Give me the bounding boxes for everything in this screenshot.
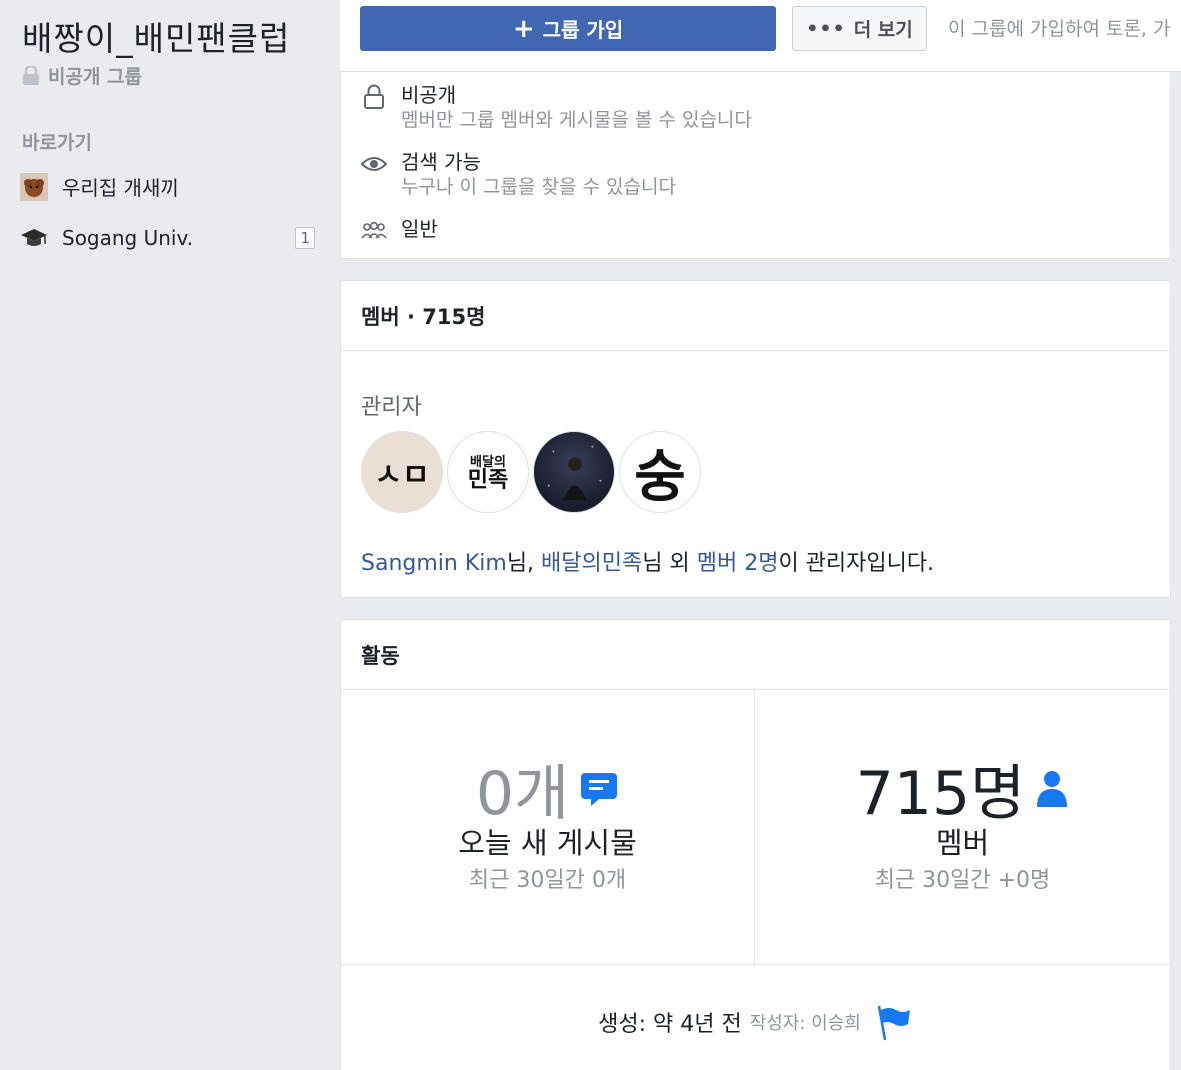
shortcut-label: Sogang Univ.: [62, 226, 194, 250]
created-date: 생성: 약 4년 전: [598, 1012, 742, 1037]
privacy-label: 비공개 그룹: [48, 66, 143, 88]
ellipsis-icon: •••: [806, 17, 846, 40]
shortcut-item-sogang[interactable]: Sogang Univ. 1: [20, 224, 315, 252]
group-action-bar: + 그룹 가입 ••• 더 보기 이 그룹에 가입하여 토론, 가: [340, 0, 1181, 72]
about-card: 비공개 멤버만 그룹 멤버와 게시물을 볼 수 있습니다 검색 가능 누구나 이…: [340, 72, 1171, 259]
visibility-info-row: 검색 가능 누구나 이 그룹을 찾을 수 있습니다: [359, 149, 676, 199]
person-photo-icon: [547, 445, 602, 501]
lock-icon: [23, 65, 39, 85]
posts-label: 오늘 새 게시물: [458, 826, 637, 860]
join-group-button[interactable]: + 그룹 가입: [360, 6, 776, 51]
members-header[interactable]: 멤버 · 715명: [341, 281, 1170, 351]
avatar-logo-line2: 민족: [467, 468, 509, 493]
visibility-title: 검색 가능: [401, 150, 481, 174]
admin-suffix: 이 관리자입니다.: [778, 551, 935, 576]
avatar[interactable]: [533, 431, 615, 513]
avatar[interactable]: ㅅㅁ: [361, 431, 443, 513]
posts-stat-value-row: 0개: [341, 745, 754, 832]
avatar-logo-text: 배달의 민족: [467, 454, 509, 493]
visibility-description: 누구나 이 그룹을 찾을 수 있습니다: [401, 176, 676, 198]
privacy-description: 멤버만 그룹 멤버와 게시물을 볼 수 있습니다: [401, 109, 752, 131]
members-card: 멤버 · 715명 관리자 ㅅㅁ 배달의 민족 숭 Sangmin Kim님, …: [340, 280, 1171, 598]
group-name[interactable]: 배짱이_배민팬클럽: [22, 12, 290, 60]
person-icon: [1037, 770, 1068, 807]
privacy-indicator: 비공개 그룹: [22, 62, 142, 89]
activity-header: 활동: [341, 620, 1170, 690]
more-button-label: 더 보기: [853, 19, 913, 41]
shortcuts-header: 바로가기: [22, 132, 92, 154]
posts-stat: 0개 오늘 새 게시물 최근 30일간 0개: [341, 690, 755, 965]
more-button[interactable]: ••• 더 보기: [792, 6, 927, 51]
people-group-icon: [359, 216, 389, 246]
group-type: 일반: [401, 217, 438, 241]
left-sidebar: 배짱이_배민팬클럽 비공개 그룹 바로가기 우리집 개새끼 Sogang Uni…: [0, 0, 330, 1070]
created-info: 생성: 약 4년 전 작성자: 이승희: [341, 1002, 1170, 1042]
avatar[interactable]: 배달의 민족: [447, 431, 529, 513]
admin-summary: Sangmin Kim님, 배달의민족님 외 멤버 2명이 관리자입니다.: [361, 545, 934, 577]
created-by[interactable]: 작성자: 이승희: [750, 1009, 861, 1035]
admin-others-link[interactable]: 멤버 2명: [697, 551, 779, 576]
members-subtext: 최근 30일간 +0명: [874, 868, 1051, 893]
admin-link-sangmin[interactable]: Sangmin Kim: [361, 551, 507, 576]
join-hint-text: 이 그룹에 가입하여 토론, 가: [948, 18, 1171, 40]
activity-card: 활동 0개 오늘 새 게시물 최근 30일간 0개 715명 멤버 최근 30일…: [340, 619, 1171, 1070]
admin-label: 관리자: [361, 395, 422, 420]
dog-photo-icon: [20, 172, 48, 201]
lock-outline-icon: [359, 82, 389, 112]
privacy-title: 비공개: [401, 83, 457, 107]
avatar-initials: ㅅㅁ: [374, 458, 430, 493]
members-count: 715명: [855, 759, 1026, 829]
admin-separator: 님,: [506, 551, 542, 576]
privacy-info-row: 비공개 멤버만 그룹 멤버와 게시물을 볼 수 있습니다: [359, 82, 752, 132]
admin-link-baemin[interactable]: 배달의민족: [541, 551, 642, 576]
join-button-label: 그룹 가입: [542, 18, 624, 42]
activity-stats: 0개 오늘 새 게시물 최근 30일간 0개 715명 멤버 최근 30일간 +…: [341, 690, 1170, 965]
admin-avatar-list: ㅅㅁ 배달의 민족 숭: [361, 431, 705, 513]
eye-icon: [359, 149, 389, 179]
members-label: 멤버: [935, 826, 990, 860]
members-stat: 715명 멤버 최근 30일간 +0명: [755, 690, 1170, 965]
graduation-cap-icon: [20, 224, 48, 252]
plus-icon: +: [512, 13, 535, 44]
admin-separator: 님 외: [642, 551, 697, 576]
flag-icon: [877, 1005, 910, 1041]
chat-bubble-icon: [581, 772, 618, 806]
shortcut-label: 우리집 개새끼: [62, 176, 179, 200]
posts-today-count: 0개: [475, 759, 570, 829]
notification-count-badge: 1: [295, 227, 315, 249]
avatar[interactable]: 숭: [619, 431, 701, 513]
posts-subtext: 최근 30일간 0개: [468, 868, 627, 893]
members-stat-value-row: 715명: [755, 745, 1170, 832]
group-type-row: 일반: [359, 216, 438, 246]
avatar-initials: 숭: [634, 444, 686, 510]
shortcut-item-dog[interactable]: 우리집 개새끼: [20, 172, 315, 201]
